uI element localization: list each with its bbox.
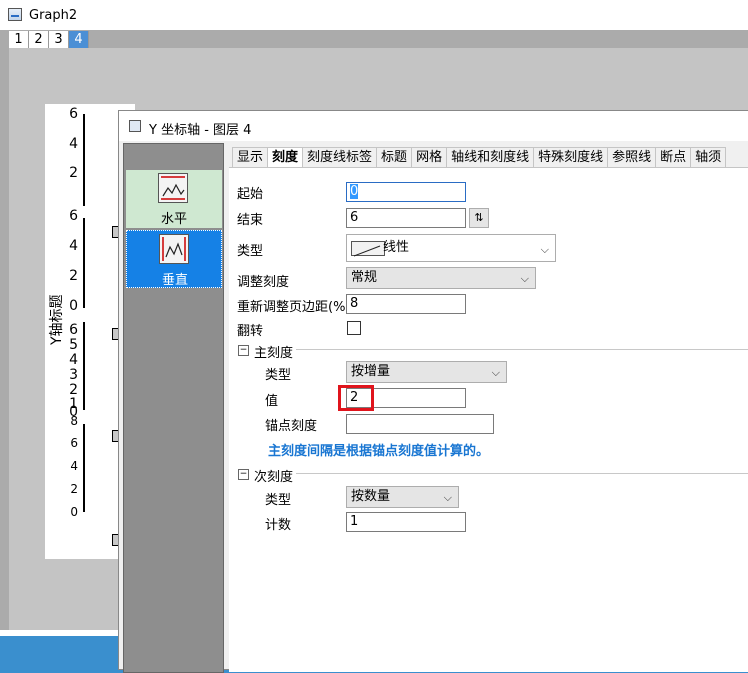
- tab-grids[interactable]: 网格: [411, 147, 448, 167]
- anchor-tick-label: 锚点刻度: [265, 419, 318, 434]
- tab-scale[interactable]: 刻度: [267, 147, 304, 168]
- dialog-title: Y 坐标轴 - 图层 4: [149, 123, 252, 138]
- tick-label: 6: [69, 208, 78, 224]
- page-tab-2[interactable]: 2: [29, 31, 49, 48]
- layer1-axis: [83, 114, 85, 206]
- from-value: 0: [350, 184, 359, 199]
- rescale-margin-label: 重新调整页边距(%): [237, 300, 351, 315]
- from-label: 起始: [237, 187, 264, 202]
- minor-type-label: 类型: [265, 493, 292, 508]
- dialog-titlebar[interactable]: Y 坐标轴 - 图层 4: [119, 111, 748, 141]
- horizontal-axis-icon: [158, 173, 188, 203]
- tick-label: 6: [70, 436, 78, 450]
- tick-label: 4: [69, 136, 78, 152]
- major-type-select[interactable]: 按增量 ⌵: [346, 361, 507, 383]
- side-item-label: 水平: [160, 212, 187, 227]
- minor-count-field[interactable]: 1: [346, 512, 466, 532]
- graph-titlebar[interactable]: Graph2: [0, 0, 748, 30]
- major-ticks-section-label: 主刻度: [254, 346, 294, 361]
- tick-label: 2: [69, 268, 78, 284]
- chevron-down-icon: ⌵: [443, 491, 452, 504]
- tick-label: 3: [69, 367, 78, 383]
- tab-line-ticks[interactable]: 轴线和刻度线: [446, 147, 535, 167]
- type-label: 类型: [237, 244, 264, 259]
- layer3-axis: [83, 322, 85, 410]
- tick-label: 6: [69, 106, 78, 122]
- rescale-value: 常规: [351, 270, 378, 285]
- dialog-icon: [129, 120, 141, 132]
- swap-range-button[interactable]: ⇅: [469, 208, 489, 228]
- tab-breaks[interactable]: 断点: [655, 147, 692, 167]
- page-tabs: 1 2 3 4: [9, 31, 89, 48]
- tab-title[interactable]: 标题: [376, 147, 413, 167]
- minor-type-value: 按数量: [351, 489, 391, 504]
- minor-ticks-section-label: 次刻度: [254, 470, 294, 485]
- rescale-margin-field[interactable]: 8: [346, 294, 466, 314]
- linear-scale-icon: [351, 241, 385, 257]
- vertical-axis-icon: [159, 234, 189, 264]
- tick-label: 0: [70, 505, 78, 519]
- tab-display[interactable]: 显示: [232, 147, 269, 167]
- section-divider: [296, 473, 748, 474]
- minor-count-label: 计数: [265, 518, 292, 533]
- major-ticks-note: 主刻度间隔是根据锚点刻度值计算的。: [268, 444, 490, 459]
- to-label: 结束: [237, 213, 264, 228]
- graph-title: Graph2: [29, 8, 78, 23]
- scale-type-value: 线性: [383, 240, 410, 255]
- chevron-down-icon: ⌵: [520, 272, 529, 285]
- section-divider: [296, 349, 748, 350]
- anchor-tick-field[interactable]: [346, 414, 494, 434]
- page-tab-3[interactable]: 3: [49, 31, 69, 48]
- tab-special-ticks[interactable]: 特殊刻度线: [533, 147, 609, 167]
- scale-type-select[interactable]: 线性 ⌵: [346, 234, 556, 262]
- layer4-axis: [83, 424, 85, 512]
- tab-reference-lines[interactable]: 参照线: [607, 147, 657, 167]
- highlight-box: [338, 385, 374, 411]
- tab-rug[interactable]: 轴须: [690, 147, 727, 167]
- collapse-major-icon[interactable]: −: [238, 345, 249, 356]
- graph-icon: [8, 8, 22, 21]
- tab-tick-labels[interactable]: 刻度线标签: [302, 147, 378, 167]
- chevron-down-icon: ⌵: [491, 366, 500, 379]
- chevron-down-icon: ⌵: [540, 243, 549, 256]
- tick-label: 4: [70, 459, 78, 473]
- minor-type-select[interactable]: 按数量 ⌵: [346, 486, 459, 508]
- y-axis-title[interactable]: Y轴标题: [46, 294, 66, 345]
- layer2-axis: [83, 218, 85, 308]
- page-tab-4[interactable]: 4: [69, 31, 89, 48]
- axis-selector-panel: 水平 垂直: [123, 143, 224, 673]
- tick-label: 8: [70, 414, 78, 428]
- tick-label: 2: [70, 482, 78, 496]
- reverse-label: 翻转: [237, 324, 264, 339]
- major-value-label: 值: [265, 394, 279, 409]
- to-field[interactable]: 6: [346, 208, 466, 228]
- reverse-checkbox[interactable]: [347, 321, 361, 335]
- collapse-minor-icon[interactable]: −: [238, 469, 249, 480]
- major-type-value: 按增量: [351, 364, 391, 379]
- major-type-label: 类型: [265, 368, 292, 383]
- from-field[interactable]: 0: [346, 182, 466, 202]
- tick-label: 4: [69, 352, 78, 368]
- tick-label: 4: [69, 238, 78, 254]
- tick-label: 2: [69, 165, 78, 181]
- page-tab-1[interactable]: 1: [9, 31, 29, 48]
- side-item-horizontal[interactable]: 水平: [126, 170, 222, 228]
- tab-bar: 显示 刻度 刻度线标签 标题 网格 轴线和刻度线 特殊刻度线 参照线 断点 轴须: [232, 147, 727, 168]
- rescale-label: 调整刻度: [237, 275, 290, 290]
- side-item-label: 垂直: [161, 273, 188, 288]
- rescale-select[interactable]: 常规 ⌵: [346, 267, 536, 289]
- side-item-vertical[interactable]: 垂直: [126, 230, 222, 288]
